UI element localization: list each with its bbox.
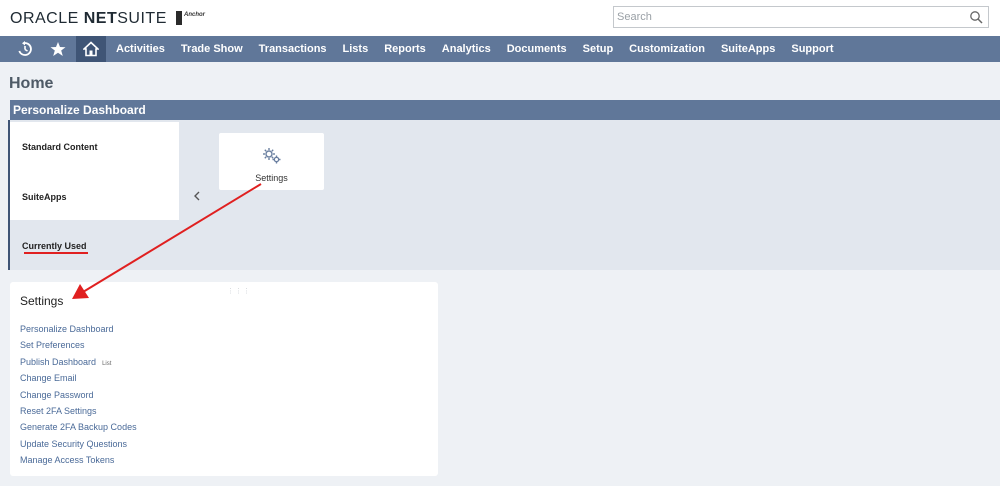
page-title: Home [9,75,54,92]
link-personalize-dashboard[interactable]: Personalize Dashboard [20,321,137,337]
link-publish-dashboard[interactable]: Publish Dashboard [20,357,96,367]
publish-list-tag[interactable]: List [102,361,111,367]
link-publish-dashboard-row: Publish Dashboard List [20,354,137,370]
nav-item-analytics[interactable]: Analytics [434,36,499,62]
annotation-underline [24,252,88,254]
nav-item-suiteapps[interactable]: SuiteApps [713,36,783,62]
search-icon[interactable] [969,10,983,24]
global-search [613,6,989,28]
personalize-dashboard-header: Personalize Dashboard [10,100,1000,120]
nav-item-customization[interactable]: Customization [621,36,713,62]
nav-item-activities[interactable]: Activities [108,36,173,62]
star-icon[interactable] [43,36,73,62]
content-category-menu: Standard Content SuiteApps [10,122,179,220]
settings-tile[interactable]: Settings [219,133,324,190]
settings-tile-label: Settings [255,173,288,183]
recent-records-icon[interactable] [10,36,40,62]
link-change-password[interactable]: Change Password [20,387,137,403]
link-manage-access-tokens[interactable]: Manage Access Tokens [20,452,137,468]
company-logo: Anchor [176,11,208,25]
nav-menu: Activities Trade Show Transactions Lists… [108,36,842,62]
drag-handle-icon[interactable]: ⋮⋮⋮ [227,287,251,295]
chevron-left-icon[interactable] [192,190,202,202]
nav-item-transactions[interactable]: Transactions [251,36,335,62]
settings-links: Personalize Dashboard Set Preferences Pu… [20,321,137,469]
nav-item-support[interactable]: Support [783,36,841,62]
nav-item-documents[interactable]: Documents [499,36,575,62]
link-reset-2fa-settings[interactable]: Reset 2FA Settings [20,403,137,419]
menu-item-suiteapps[interactable]: SuiteApps [22,192,67,202]
gears-icon [263,148,281,164]
menu-item-currently-used[interactable]: Currently Used [22,241,87,251]
top-header: ORACLE NETSUITE Anchor [0,0,1000,36]
netsuite-logo[interactable]: ORACLE NETSUITE [10,10,167,28]
link-generate-2fa-backup-codes[interactable]: Generate 2FA Backup Codes [20,419,137,435]
menu-item-standard-content[interactable]: Standard Content [22,142,98,152]
nav-item-setup[interactable]: Setup [575,36,622,62]
main-navbar: Activities Trade Show Transactions Lists… [0,36,1000,62]
link-change-email[interactable]: Change Email [20,370,137,386]
nav-item-lists[interactable]: Lists [335,36,377,62]
link-set-preferences[interactable]: Set Preferences [20,337,137,353]
nav-item-reports[interactable]: Reports [376,36,434,62]
portlet-title: Settings [20,294,64,308]
nav-item-trade-show[interactable]: Trade Show [173,36,251,62]
search-input[interactable] [614,7,954,27]
settings-portlet: ⋮⋮⋮ Settings Personalize Dashboard Set P… [10,282,438,476]
link-update-security-questions[interactable]: Update Security Questions [20,436,137,452]
home-icon[interactable] [76,36,106,62]
